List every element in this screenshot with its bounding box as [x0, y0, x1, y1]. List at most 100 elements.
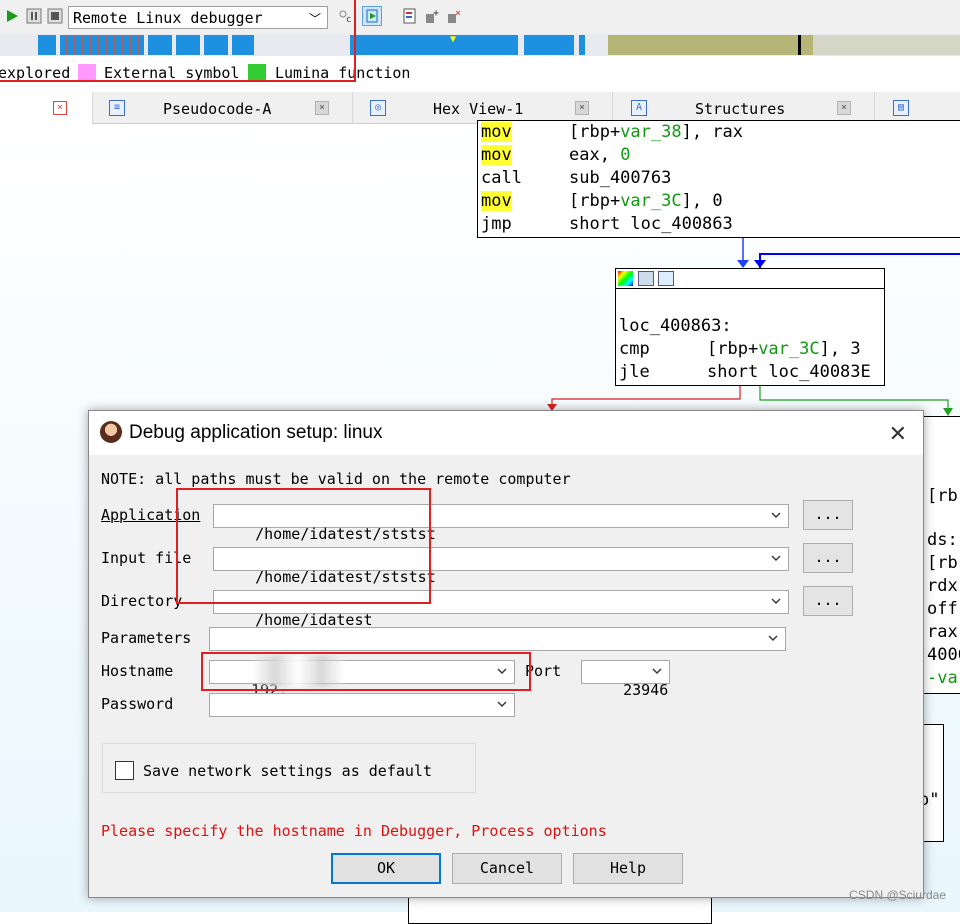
app-icon — [100, 421, 122, 443]
operand: short loc_40083E — [707, 362, 871, 382]
instruction-row[interactable]: mov [rbp+var_38], rax — [481, 121, 743, 144]
legend: explored External symbol Lumina function — [0, 60, 960, 86]
operand-variable: var_3C — [758, 339, 820, 359]
svg-text:c: c — [346, 15, 351, 24]
operand-variable: 0 — [620, 145, 631, 165]
tab-label: Structures — [695, 100, 786, 118]
structures-icon: A — [631, 100, 647, 116]
location-label: loc_400863: — [619, 316, 732, 336]
close-icon[interactable]: ✕ — [889, 421, 907, 447]
chevron-down-icon — [771, 598, 781, 604]
instruction-row[interactable]: jmp short loc_400863 — [481, 213, 733, 236]
mnemonic: jmp — [481, 214, 512, 234]
port-value: 23946 — [623, 681, 669, 699]
svg-text:+: + — [433, 8, 439, 19]
start-process-icon[interactable] — [4, 8, 20, 24]
remove-breakpoint-icon[interactable]: × — [446, 8, 462, 24]
directory-label: Directory — [101, 592, 183, 610]
chevron-down-icon — [771, 555, 781, 561]
edit-icon[interactable] — [638, 271, 654, 286]
mnemonic: call — [481, 168, 522, 188]
pseudocode-icon: ≡ — [109, 100, 125, 116]
mnemonic: jle — [619, 362, 650, 382]
color-icon[interactable] — [618, 271, 633, 286]
watermark: CSDN @Sciurdae — [849, 888, 946, 902]
ok-button[interactable]: OK — [331, 853, 441, 884]
graph-icon[interactable] — [658, 271, 674, 286]
input-file-browse-button[interactable]: ... — [803, 543, 853, 573]
hostname-label: Hostname — [101, 662, 174, 680]
code-fragment: ds: — [927, 530, 958, 550]
parameters-combo[interactable] — [209, 627, 786, 651]
save-default-label[interactable]: Save network settings as default — [143, 762, 432, 780]
cancel-button[interactable]: Cancel — [452, 853, 562, 884]
debugger-select[interactable]: Remote Linux debugger ﹀ — [68, 6, 328, 29]
error-message: Please specify the hostname in Debugger,… — [101, 822, 607, 840]
code-block-main[interactable]: mov [rbp+var_38], rax mov eax, 0 call sub_400… — [477, 120, 960, 238]
close-icon[interactable]: × — [315, 101, 329, 115]
operand: [rbp+ — [707, 339, 759, 359]
close-icon[interactable]: × — [575, 101, 589, 115]
code-fragment: rax — [927, 622, 958, 642]
hex-view-icon: ◎ — [370, 100, 386, 116]
code-block-loc-400863[interactable]: loc_400863: cmp [rbp+var_3C], 3 jle short l… — [615, 268, 885, 386]
terminate-process-icon[interactable] — [47, 8, 63, 24]
operand: eax, — [569, 145, 621, 165]
breakpoint-list-icon[interactable] — [402, 8, 418, 24]
operand-variable: var_38 — [620, 122, 682, 142]
tab-active[interactable]: × — [0, 92, 93, 124]
operand: ], rax — [681, 122, 744, 142]
dialog-titlebar[interactable]: Debug application setup: linux ✕ — [89, 411, 923, 455]
navigation-band[interactable]: ▼ — [0, 34, 960, 56]
code-fragment: off — [927, 599, 958, 619]
password-label: Password — [101, 695, 174, 713]
block-header — [616, 269, 884, 289]
chevron-down-icon — [497, 701, 507, 707]
annotation-box-hostname — [201, 652, 531, 691]
enums-icon: ▤ — [893, 100, 909, 116]
application-browse-button[interactable]: ... — [803, 500, 853, 530]
code-fragment: rdx — [927, 576, 958, 596]
operand: [rbp+ — [569, 122, 621, 142]
operand: [rbp+ — [569, 191, 621, 211]
dialog-title: Debug application setup: linux — [129, 422, 383, 443]
attach-process-icon[interactable]: c — [338, 8, 354, 24]
pause-process-icon[interactable] — [26, 8, 42, 24]
close-icon[interactable]: × — [53, 101, 67, 115]
tab-pseudocode[interactable]: ≡ Pseudocode-A × — [93, 92, 353, 124]
note-text: NOTE: all paths must be valid on the rem… — [101, 470, 571, 488]
mnemonic: mov — [481, 145, 512, 165]
annotation-line — [354, 0, 356, 82]
instruction-row[interactable]: jle short loc_40083E — [619, 361, 871, 384]
operand: sub_400763 — [569, 168, 672, 188]
parameters-label: Parameters — [101, 629, 192, 647]
port-combo[interactable]: 23946 — [581, 660, 670, 699]
password-combo[interactable] — [209, 693, 515, 717]
help-button[interactable]: Help — [573, 853, 683, 884]
operand: ], 0 — [681, 191, 723, 211]
operand: ], 3 — [819, 339, 861, 359]
close-icon[interactable]: × — [837, 101, 851, 115]
chevron-down-icon — [771, 512, 781, 518]
code-fragment: 4006 — [927, 645, 960, 665]
step-into-icon[interactable] — [362, 6, 382, 26]
code-fragment: -var — [927, 668, 960, 688]
instruction-row[interactable]: mov [rbp+var_3C], 0 — [481, 190, 723, 213]
mnemonic: mov — [481, 122, 512, 142]
instruction-row[interactable]: mov eax, 0 — [481, 144, 630, 167]
instruction-row[interactable]: call sub_400763 — [481, 167, 671, 190]
instruction-row[interactable]: cmp [rbp+var_3C], 3 — [619, 338, 861, 361]
debugger-toolbar: Remote Linux debugger ﹀ c + × — [0, 0, 960, 34]
legend-swatch-external — [78, 64, 96, 80]
add-breakpoint-icon[interactable]: + — [424, 8, 440, 24]
directory-browse-button[interactable]: ... — [803, 586, 853, 616]
code-fragment: [rb — [927, 486, 958, 506]
save-default-checkbox[interactable] — [115, 761, 134, 780]
mnemonic: mov — [481, 191, 512, 211]
tab-label: Pseudocode-A — [163, 100, 272, 118]
annotation-box-paths — [176, 488, 431, 604]
legend-swatch-lumina — [248, 64, 266, 80]
chevron-down-icon — [768, 635, 778, 641]
svg-text:×: × — [455, 8, 461, 19]
tab-label: Hex View-1 — [433, 100, 524, 118]
